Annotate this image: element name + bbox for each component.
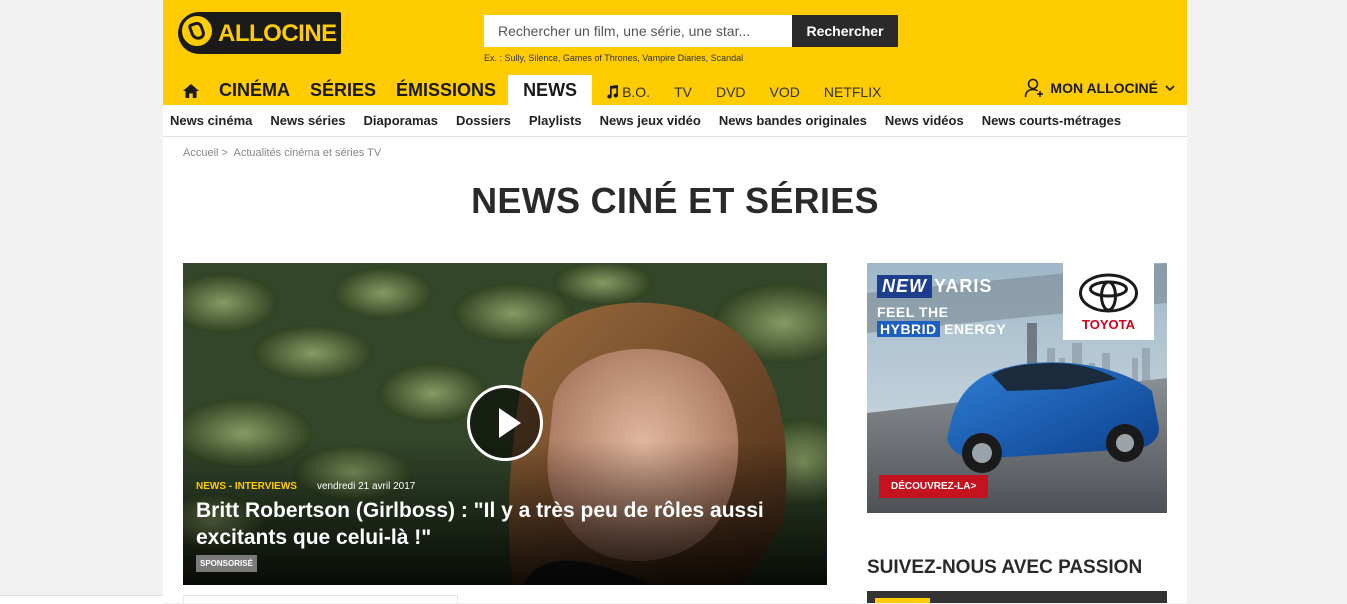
nav-item-cinema[interactable]: CINÉMA: [219, 75, 290, 105]
nav-item-bo[interactable]: B.O.: [606, 73, 650, 107]
hero-category[interactable]: NEWS - INTERVIEWS: [196, 481, 297, 492]
follow-us-banner[interactable]: [867, 591, 1167, 603]
nav-item-netflix[interactable]: NETFLIX: [824, 73, 882, 107]
toyota-ad-banner[interactable]: NEW YARIS FEEL THE HYBRID ENERGY TOYOTA D…: [867, 263, 1167, 513]
account-label: MON ALLOCINÉ: [1050, 80, 1158, 96]
chevron-down-icon: [1165, 85, 1175, 91]
sub-nav-diaporamas[interactable]: Diaporamas: [364, 113, 438, 128]
ad-cta-button[interactable]: DÉCOUVREZ-LA>: [879, 475, 989, 498]
next-article-card: [183, 595, 458, 603]
ad-tagline-1: FEEL THE: [877, 304, 949, 320]
breadcrumb-home[interactable]: Accueil: [183, 147, 218, 159]
search-input[interactable]: [484, 15, 792, 47]
sub-nav-news-cinema[interactable]: News cinéma: [170, 113, 252, 128]
nav-item-bo-label: B.O.: [622, 84, 651, 100]
sub-nav-news-jeux-video[interactable]: News jeux vidéo: [600, 113, 701, 128]
sub-nav-news-bandes-originales[interactable]: News bandes originales: [719, 113, 867, 128]
nav-item-dvd[interactable]: DVD: [716, 73, 746, 107]
nav-item-news-label: NEWS: [523, 79, 578, 100]
sponsored-badge: SPONSORISÉ: [196, 555, 257, 572]
page-title: NEWS CINÉ ET SÉRIES: [471, 180, 879, 221]
home-icon[interactable]: [181, 75, 201, 105]
sub-nav-dossiers[interactable]: Dossiers: [456, 113, 511, 128]
hero-meta: NEWS - INTERVIEWS vendredi 21 avril 2017: [196, 481, 415, 492]
ad-headline: NEW YARIS: [877, 275, 992, 298]
nav-item-news[interactable]: NEWS: [508, 75, 593, 105]
nav-item-tv[interactable]: TV: [674, 73, 692, 107]
ad-tagline-2: HYBRID ENERGY: [877, 321, 1006, 337]
ad-model-label: YARIS: [934, 276, 993, 296]
toyota-logo: TOYOTA: [1063, 263, 1154, 340]
play-button[interactable]: [467, 385, 543, 461]
ad-hybrid-label: HYBRID: [877, 321, 940, 337]
hero-title[interactable]: Britt Robertson (Girlboss) : "Il y a trè…: [196, 497, 806, 551]
search-button[interactable]: Rechercher: [792, 15, 898, 47]
page-container: ALLOCINE Rechercher Ex. : Sully, Silence…: [163, 0, 1187, 603]
toyota-emblem-icon: [1079, 273, 1138, 313]
sub-nav-playlists[interactable]: Playlists: [529, 113, 582, 128]
hero-date: vendredi 21 avril 2017: [316, 481, 416, 492]
sub-nav: News cinéma News séries Diaporamas Dossi…: [163, 105, 1187, 137]
main-nav: CINÉMA SÉRIES ÉMISSIONS NEWS B.O. TV DVD…: [181, 75, 905, 105]
account-menu[interactable]: MON ALLOCINÉ: [1024, 78, 1175, 98]
site-header: ALLOCINE Rechercher Ex. : Sully, Silence…: [163, 0, 1187, 105]
allocine-logo[interactable]: ALLOCINE: [178, 12, 341, 54]
music-note-icon: [607, 85, 619, 99]
logo-text: ALLOCINE: [218, 20, 337, 47]
nav-item-emissions[interactable]: ÉMISSIONS: [396, 75, 496, 105]
search-examples: Ex. : Sully, Silence, Games of Thrones, …: [484, 53, 744, 63]
ad-energy-label: ENERGY: [944, 321, 1007, 337]
nav-item-series[interactable]: SÉRIES: [310, 75, 376, 105]
user-icon: [1025, 78, 1044, 98]
ad-new-label: NEW: [877, 275, 932, 298]
logo-mark-icon: [180, 14, 214, 48]
sub-nav-news-courts-metrages[interactable]: News courts-métrages: [982, 113, 1121, 128]
breadcrumb: Accueil > Actualités cinéma et séries TV: [183, 147, 381, 159]
breadcrumb-current: Actualités cinéma et séries TV: [233, 147, 382, 159]
breadcrumb-separator: >: [221, 147, 228, 159]
hero-article[interactable]: NEWS - INTERVIEWS vendredi 21 avril 2017…: [183, 263, 827, 585]
nav-item-vod[interactable]: VOD: [770, 73, 800, 107]
sub-nav-news-videos[interactable]: News vidéos: [885, 113, 964, 128]
ad-brand-label: TOYOTA: [1082, 317, 1135, 332]
follow-us-title: SUIVEZ-NOUS AVEC PASSION: [867, 557, 1143, 578]
sub-nav-news-series[interactable]: News séries: [270, 113, 345, 128]
